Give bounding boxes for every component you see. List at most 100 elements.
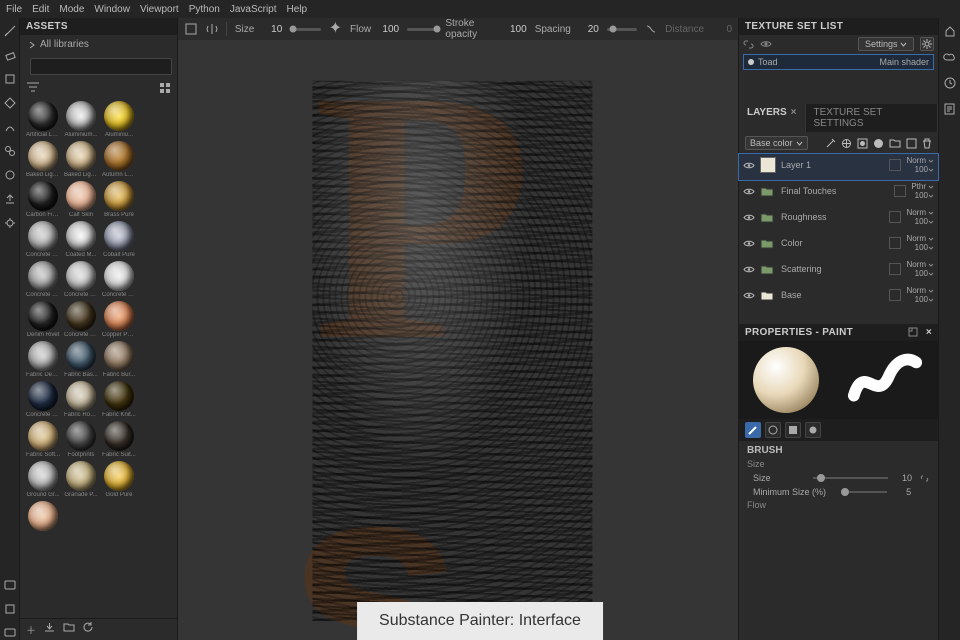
layer-row[interactable]: Final Touches Pthr100 bbox=[739, 180, 938, 206]
material-item[interactable]: Fabric Bas... bbox=[64, 341, 98, 378]
tab-layers[interactable]: LAYERS× bbox=[739, 104, 806, 132]
effect-icon[interactable] bbox=[841, 138, 852, 149]
material-item[interactable]: Denim Rivet bbox=[26, 301, 60, 338]
add-layer-icon[interactable] bbox=[906, 138, 917, 149]
lazy-mouse-icon[interactable] bbox=[645, 23, 657, 35]
material-item[interactable]: Fabric Knit... bbox=[102, 381, 136, 418]
material-item[interactable]: Fabric Soft... bbox=[26, 421, 60, 458]
close-icon[interactable]: × bbox=[926, 327, 932, 338]
menu-python[interactable]: Python bbox=[189, 4, 220, 15]
viewport-mode-icon[interactable] bbox=[184, 22, 198, 36]
cloud-icon[interactable] bbox=[943, 50, 957, 64]
tab-stencil-icon[interactable] bbox=[785, 422, 801, 438]
layer-row[interactable]: Layer 1 Norm100 bbox=[739, 154, 938, 180]
spacing-slider[interactable] bbox=[607, 28, 637, 31]
display-icon[interactable] bbox=[3, 626, 17, 640]
material-item[interactable]: Concrete S... bbox=[26, 261, 60, 298]
refresh-icon[interactable] bbox=[83, 622, 94, 637]
material-item[interactable]: Calf Skin bbox=[64, 181, 98, 218]
gear-icon[interactable] bbox=[920, 37, 934, 51]
opacity-value[interactable]: 100 bbox=[915, 191, 934, 200]
menu-javascript[interactable]: JavaScript bbox=[230, 4, 277, 15]
flow-slider[interactable] bbox=[407, 28, 437, 31]
material-item[interactable]: Artificial La... bbox=[26, 101, 60, 138]
tab-material-icon[interactable] bbox=[805, 422, 821, 438]
opacity-value[interactable]: 100 bbox=[915, 243, 934, 252]
material-item[interactable]: Concrete S... bbox=[64, 301, 98, 338]
import-icon[interactable] bbox=[44, 622, 55, 637]
spacing-value[interactable]: 20 bbox=[579, 24, 599, 35]
material-item[interactable]: Footprints bbox=[64, 421, 98, 458]
link-icon[interactable] bbox=[743, 39, 754, 50]
menu-edit[interactable]: Edit bbox=[32, 4, 49, 15]
blend-mode-dropdown[interactable]: Pthr bbox=[911, 182, 934, 191]
menu-mode[interactable]: Mode bbox=[59, 4, 84, 15]
material-item[interactable]: Concrete C... bbox=[64, 261, 98, 298]
material-item[interactable]: Aluminiu... bbox=[102, 101, 136, 138]
opacity-value[interactable]: 100 bbox=[915, 217, 934, 226]
add-fill-icon[interactable] bbox=[873, 138, 884, 149]
visibility-icon[interactable] bbox=[743, 265, 755, 274]
eraser-icon[interactable] bbox=[3, 48, 17, 62]
close-icon[interactable]: × bbox=[791, 107, 797, 118]
material-item[interactable]: Concrete C... bbox=[102, 261, 136, 298]
link-icon[interactable] bbox=[918, 472, 930, 484]
size-value[interactable]: 10 bbox=[262, 24, 282, 35]
symmetry-icon[interactable] bbox=[206, 23, 218, 35]
material-item[interactable]: Baked Ligh... bbox=[26, 141, 60, 178]
minsize-value[interactable]: 5 bbox=[893, 487, 911, 497]
material-item[interactable]: Concrete B... bbox=[26, 221, 60, 258]
viewport-3d[interactable]: Ps bbox=[178, 40, 738, 640]
layer-row[interactable]: Scattering Norm100 bbox=[739, 258, 938, 284]
settings-icon[interactable] bbox=[3, 602, 17, 616]
visibility-icon[interactable] bbox=[743, 213, 755, 222]
blend-mode-dropdown[interactable]: Norm bbox=[906, 156, 934, 165]
material-item[interactable]: Baked Ligh... bbox=[64, 141, 98, 178]
opacity-value[interactable]: 100 bbox=[915, 165, 934, 174]
blend-mode-dropdown[interactable]: Norm bbox=[906, 260, 934, 269]
folder-icon[interactable] bbox=[63, 622, 75, 637]
tab-alpha-icon[interactable] bbox=[765, 422, 781, 438]
channel-dropdown[interactable]: Base color bbox=[745, 136, 808, 150]
material-item[interactable]: Brass Pure bbox=[102, 181, 136, 218]
material-item[interactable]: Fabric Suit... bbox=[102, 421, 136, 458]
size-slider[interactable] bbox=[813, 477, 888, 479]
material-item[interactable]: Autumn La... bbox=[102, 141, 136, 178]
material-icon[interactable] bbox=[3, 168, 17, 182]
flow-value[interactable]: 100 bbox=[379, 24, 399, 35]
popout-icon[interactable] bbox=[908, 327, 918, 338]
material-item[interactable]: Aluminium... bbox=[64, 101, 98, 138]
filter-icon[interactable] bbox=[26, 82, 40, 94]
eye-icon[interactable] bbox=[760, 39, 772, 49]
material-item[interactable]: Cobalt Pure bbox=[102, 221, 136, 258]
material-item[interactable]: Gold Pure bbox=[102, 461, 136, 498]
visibility-icon[interactable] bbox=[743, 291, 755, 300]
library-dropdown[interactable]: All libraries bbox=[20, 35, 177, 54]
iray-icon[interactable] bbox=[3, 216, 17, 230]
blend-mode-dropdown[interactable]: Norm bbox=[906, 208, 934, 217]
visibility-icon[interactable] bbox=[743, 187, 755, 196]
polyfill-icon[interactable] bbox=[3, 96, 17, 110]
history-icon[interactable] bbox=[943, 76, 957, 90]
material-item[interactable]: Concrete C... bbox=[26, 381, 60, 418]
wand-icon[interactable] bbox=[825, 138, 836, 149]
export-icon[interactable] bbox=[3, 192, 17, 206]
delete-icon[interactable] bbox=[922, 138, 932, 149]
menu-file[interactable]: File bbox=[6, 4, 22, 15]
minsize-slider[interactable] bbox=[843, 491, 887, 493]
mask-slot[interactable] bbox=[894, 185, 906, 197]
layer-row[interactable]: Base Norm100 bbox=[739, 284, 938, 310]
texture-settings-button[interactable]: Settings bbox=[858, 37, 914, 51]
mask-slot[interactable] bbox=[889, 211, 901, 223]
material-item[interactable]: Fabric Bur... bbox=[102, 341, 136, 378]
texture-set-item[interactable]: Toad Main shader bbox=[743, 54, 934, 70]
mask-slot[interactable] bbox=[889, 159, 901, 171]
opacity-value[interactable]: 100 bbox=[915, 269, 934, 278]
material-item[interactable]: Ground Gr... bbox=[26, 461, 60, 498]
material-item[interactable]: Copper Pure bbox=[102, 301, 136, 338]
size-slider[interactable] bbox=[290, 28, 320, 31]
material-item[interactable]: Carbon Fib... bbox=[26, 181, 60, 218]
material-item[interactable]: Coated M... bbox=[64, 221, 98, 258]
size-value[interactable]: 10 bbox=[894, 473, 912, 483]
keyboard-icon[interactable] bbox=[3, 578, 17, 592]
